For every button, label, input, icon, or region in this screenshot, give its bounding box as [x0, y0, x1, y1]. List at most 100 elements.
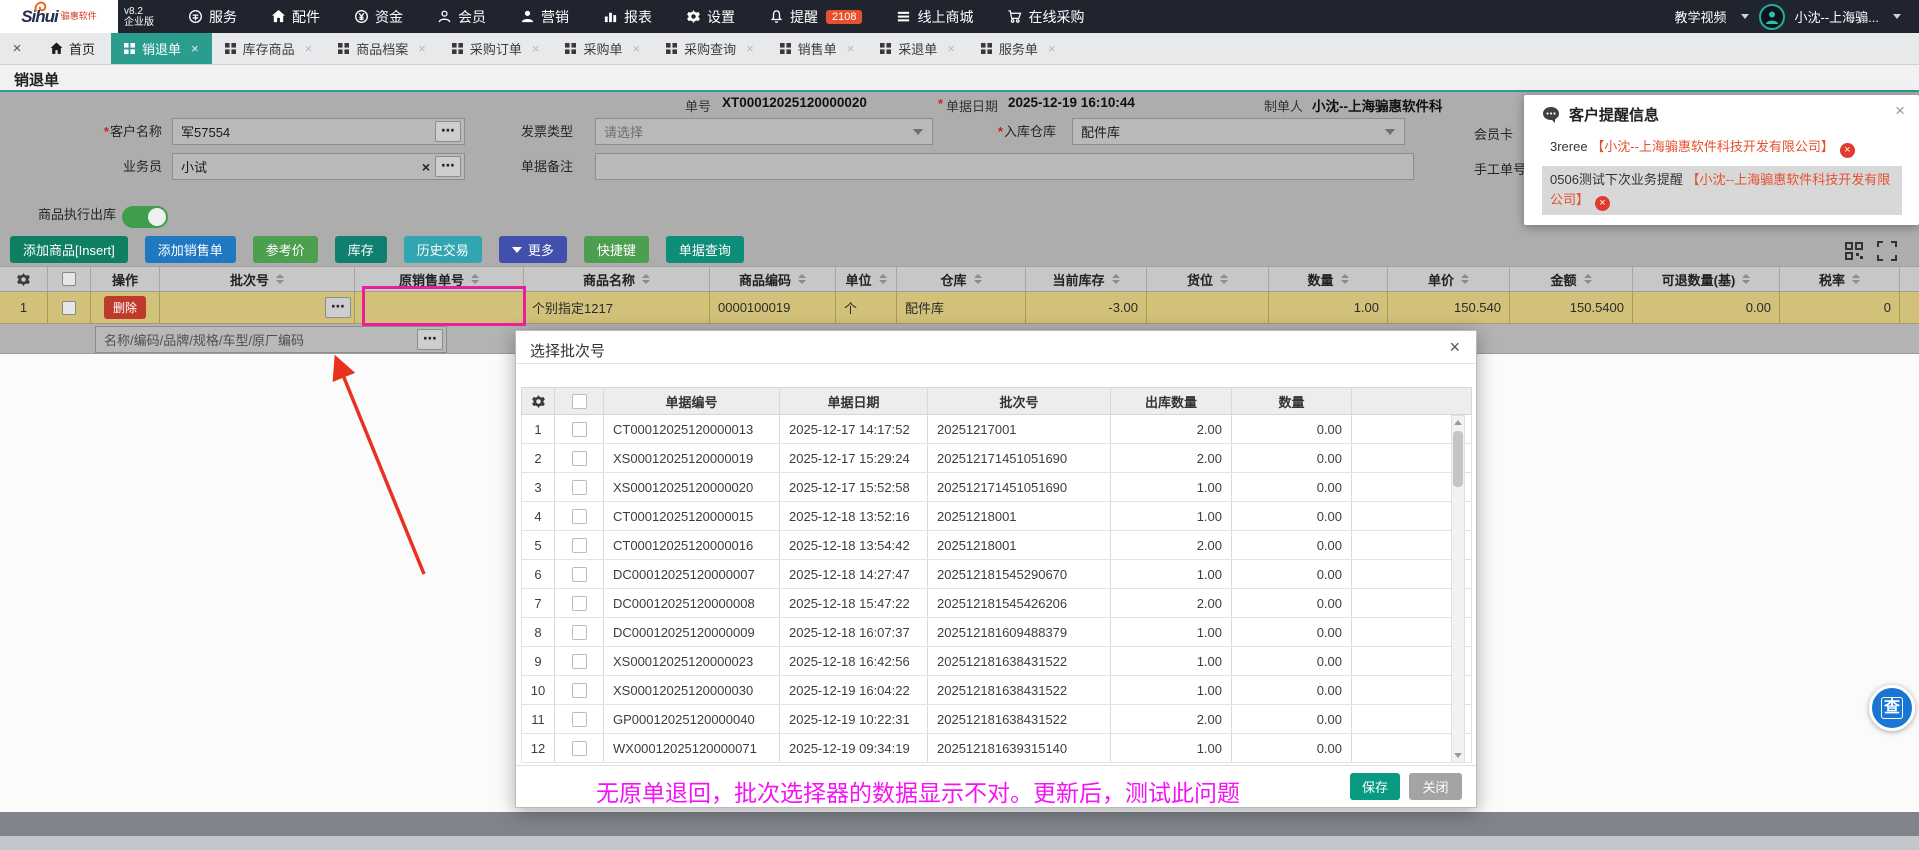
batch-row-2[interactable]: 3XS000120251200000202025-12-17 15:52:582… [521, 473, 1472, 502]
sort-arrows-icon[interactable] [1852, 274, 1860, 284]
nav-item-7[interactable]: 提醒2108 [769, 7, 862, 27]
remove-icon[interactable]: × [1595, 196, 1610, 211]
row-checkbox-cell[interactable] [555, 647, 604, 675]
tab-5[interactable]: 采购查询× [653, 33, 767, 64]
close-icon[interactable]: × [305, 41, 313, 56]
save-button[interactable]: 保存 [1350, 773, 1400, 800]
nav-item-5[interactable]: 报表 [603, 7, 652, 27]
sort-arrows-icon[interactable] [471, 274, 479, 284]
row-checkbox-cell[interactable] [555, 473, 604, 501]
remove-icon[interactable]: × [1840, 143, 1855, 158]
customer-field[interactable]: ⋯ [172, 118, 465, 145]
toolbar-button-4[interactable]: 历史交易 [404, 236, 482, 263]
nav-item-9[interactable]: 在线采购 [1007, 7, 1084, 27]
grid-col-header-0[interactable]: 操作 [91, 267, 160, 291]
sort-arrows-icon[interactable] [1220, 274, 1228, 284]
toolbar-button-1[interactable]: 添加销售单 [145, 236, 236, 263]
row-checkbox-cell[interactable] [555, 444, 604, 472]
batch-ellipsis-button[interactable]: ⋯ [325, 297, 351, 318]
ellipsis-button[interactable]: ⋯ [435, 121, 461, 142]
tab-4[interactable]: 采购单× [552, 33, 653, 64]
batch-row-7[interactable]: 8DC000120251200000092025-12-18 16:07:372… [521, 618, 1472, 647]
sort-arrows-icon[interactable] [1341, 274, 1349, 284]
grid-col-header-8[interactable]: 货位 [1147, 267, 1269, 291]
batch-row-5[interactable]: 6DC000120251200000072025-12-18 14:27:472… [521, 560, 1472, 589]
salesman-field[interactable]: × ⋯ [172, 153, 465, 180]
row-checkbox-cell[interactable] [555, 560, 604, 588]
toolbar-button-7[interactable]: 单据查询 [666, 236, 744, 263]
close-button[interactable]: 关闭 [1409, 773, 1462, 800]
nav-item-1[interactable]: 配件 [271, 7, 320, 27]
scroll-up-icon[interactable] [1452, 416, 1464, 429]
tab-1[interactable]: 库存商品× [212, 33, 326, 64]
grid-col-header-7[interactable]: 当前库存 [1026, 267, 1147, 291]
modal-col-header-0[interactable]: 单据编号 [604, 388, 780, 414]
batch-row-11[interactable]: 12WX000120251200000712025-12-19 09:34:19… [521, 734, 1472, 763]
close-icon[interactable]: × [746, 41, 754, 56]
checkbox[interactable] [62, 301, 76, 315]
modal-gear-header[interactable] [522, 388, 555, 414]
app-logo[interactable]: Sihui 骟惠软件 [0, 0, 118, 33]
user-name[interactable]: 小沈--上海骟... [1795, 7, 1880, 26]
checkbox[interactable] [572, 712, 587, 727]
grid-col-header-3[interactable]: 商品名称 [524, 267, 710, 291]
checkbox[interactable] [572, 480, 587, 495]
row-checkbox-cell[interactable] [555, 618, 604, 646]
batch-row-4[interactable]: 5CT000120251200000162025-12-18 13:54:422… [521, 531, 1472, 560]
grid-col-header-1[interactable]: 批次号 [160, 267, 355, 291]
checkbox[interactable] [572, 596, 587, 611]
batch-row-8[interactable]: 9XS000120251200000232025-12-18 16:42:562… [521, 647, 1472, 676]
qr-code-icon[interactable] [1844, 241, 1864, 261]
modal-col-header-4[interactable]: 数量 [1232, 388, 1352, 414]
grid-col-header-6[interactable]: 仓库 [897, 267, 1026, 291]
close-icon[interactable]: × [947, 41, 955, 56]
row-checkbox-cell[interactable] [555, 589, 604, 617]
grid-col-header-12[interactable]: 可退数量(基) [1633, 267, 1780, 291]
toolbar-button-5[interactable]: 更多 [499, 236, 567, 263]
nav-item-8[interactable]: 线上商城 [896, 7, 973, 27]
quick-search-fab[interactable]: 查 [1869, 685, 1915, 731]
product-search-field[interactable]: 名称/编码/品牌/规格/车型/原厂编码 ⋯ [95, 326, 447, 353]
close-icon[interactable]: × [847, 41, 855, 56]
remark-input[interactable] [596, 154, 1413, 179]
grid-col-header-2[interactable]: 原销售单号 [355, 267, 524, 291]
close-icon[interactable]: × [1895, 101, 1905, 121]
fullscreen-icon[interactable] [1876, 240, 1898, 262]
modal-col-header-2[interactable]: 批次号 [928, 388, 1111, 414]
notice-item-1[interactable]: 0506测试下次业务提醒 【小沈--上海骟惠软件科技开发有限公司】× [1542, 166, 1902, 215]
salesman-input[interactable] [173, 154, 417, 179]
checkbox[interactable] [572, 683, 587, 698]
grid-col-header-5[interactable]: 单位 [836, 267, 897, 291]
tab-0[interactable]: 销退单× [111, 33, 212, 64]
row-checkbox-cell[interactable] [555, 705, 604, 733]
toolbar-button-0[interactable]: 添加商品[Insert] [10, 236, 128, 263]
checkbox[interactable] [572, 394, 587, 409]
nav-item-6[interactable]: 设置 [686, 7, 735, 27]
sort-arrows-icon[interactable] [1584, 274, 1592, 284]
modal-col-header-3[interactable]: 出库数量 [1111, 388, 1232, 414]
clear-icon[interactable]: × [417, 159, 435, 175]
batch-row-10[interactable]: 11GP000120251200000402025-12-19 10:22:31… [521, 705, 1472, 734]
tab-2[interactable]: 商品档案× [325, 33, 439, 64]
row-checkbox-cell[interactable] [48, 292, 91, 323]
grid-col-header-13[interactable]: 税率 [1780, 267, 1900, 291]
sort-arrows-icon[interactable] [798, 274, 806, 284]
checkbox[interactable] [572, 654, 587, 669]
close-all-tabs-icon[interactable]: × [0, 33, 34, 64]
grid-col-header-4[interactable]: 商品编码 [710, 267, 836, 291]
batch-row-9[interactable]: 10XS000120251200000302025-12-19 16:04:22… [521, 676, 1472, 705]
batch-row-0[interactable]: 1CT000120251200000132025-12-17 14:17:522… [521, 415, 1472, 444]
checkbox[interactable] [572, 422, 587, 437]
invoice-type-select[interactable]: 请选择 [595, 118, 933, 145]
checkbox[interactable] [572, 451, 587, 466]
row-checkbox-cell[interactable] [555, 502, 604, 530]
vertical-scrollbar[interactable] [1451, 415, 1465, 763]
grid-col-header-11[interactable]: 金额 [1510, 267, 1633, 291]
row-checkbox-cell[interactable] [555, 734, 604, 762]
row-checkbox-cell[interactable] [555, 415, 604, 443]
ellipsis-button[interactable]: ⋯ [417, 329, 443, 350]
notice-item-0[interactable]: 3reree 【小沈--上海骟惠软件科技开发有限公司】× [1542, 133, 1902, 162]
sort-arrows-icon[interactable] [1742, 274, 1750, 284]
grid-gear-header[interactable] [0, 267, 48, 291]
tab-7[interactable]: 采退单× [867, 33, 968, 64]
